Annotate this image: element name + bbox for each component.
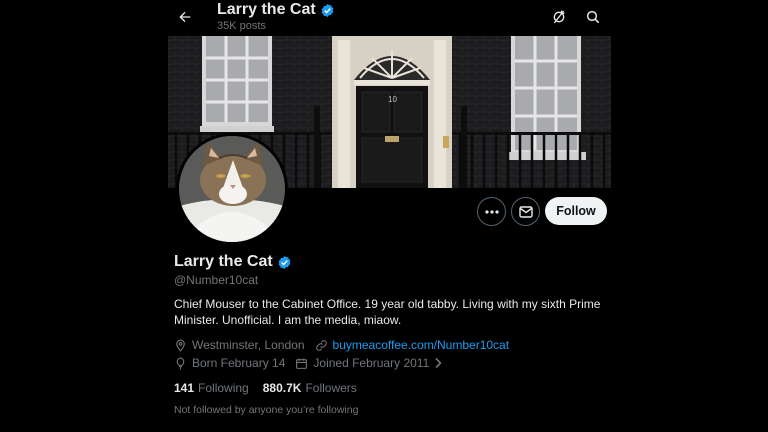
follow-counts: 141 Following 880.7K Followers: [174, 381, 371, 395]
profile-bio: Chief Mouser to the Cabinet Office. 19 y…: [174, 297, 601, 327]
location-item: Westminster, London: [174, 338, 305, 352]
message-button[interactable]: [511, 197, 540, 226]
search-button[interactable]: [583, 7, 603, 27]
profile-meta-row-1: Westminster, London buymeacoffee.com/Num…: [174, 338, 519, 352]
followers-label: Followers: [305, 381, 357, 395]
link-icon: [315, 339, 327, 351]
avatar-image: [179, 136, 285, 242]
following-link[interactable]: 141 Following: [174, 381, 249, 395]
profile-meta-row-2: Born February 14 Joined February 2011: [174, 356, 458, 370]
website-item: buymeacoffee.com/Number10cat: [315, 338, 510, 352]
location-text: Westminster, London: [192, 338, 305, 352]
following-count: 141: [174, 381, 195, 395]
profile-name: Larry the Cat: [174, 253, 292, 271]
top-bar: Larry the Cat 35K posts: [168, 0, 611, 36]
mail-icon: [518, 205, 533, 218]
more-button[interactable]: [477, 197, 506, 226]
back-arrow-icon: [179, 11, 191, 23]
birthday-item: Born February 14: [174, 356, 285, 370]
post-count: 35K posts: [217, 20, 266, 32]
verified-badge-icon[interactable]: [277, 255, 292, 270]
followed-by-note: Not followed by anyone you’re following: [174, 404, 359, 416]
search-icon: [586, 10, 600, 24]
following-label: Following: [198, 381, 249, 395]
profile-name-text: Larry the Cat: [174, 253, 273, 270]
website-link[interactable]: buymeacoffee.com/Number10cat: [333, 338, 510, 352]
balloon-icon: [176, 357, 185, 369]
door-number: 10: [388, 95, 397, 104]
notifications-toggle-button[interactable]: [549, 7, 569, 27]
follow-button[interactable]: Follow: [545, 197, 607, 225]
chevron-right-icon: [435, 357, 442, 369]
followers-link[interactable]: 880.7K Followers: [263, 381, 357, 395]
header-title: Larry the Cat: [217, 1, 335, 19]
joined-item[interactable]: Joined February 2011: [295, 356, 448, 370]
profile-avatar[interactable]: [176, 133, 288, 245]
more-icon: [484, 209, 499, 214]
joined-text: Joined February 2011: [313, 356, 430, 370]
followers-count: 880.7K: [262, 381, 302, 395]
birthday-text: Born February 14: [192, 356, 286, 370]
calendar-icon: [296, 358, 308, 369]
verified-badge-icon: [321, 3, 334, 17]
profile-handle: @Number10cat: [174, 273, 259, 287]
no-notifications-icon: [553, 10, 565, 24]
location-icon: [176, 339, 185, 352]
header-title-text: Larry the Cat: [217, 1, 316, 18]
profile-column: Larry the Cat 35K posts 10 Follow Larry …: [168, 0, 611, 432]
back-button[interactable]: [173, 6, 197, 28]
